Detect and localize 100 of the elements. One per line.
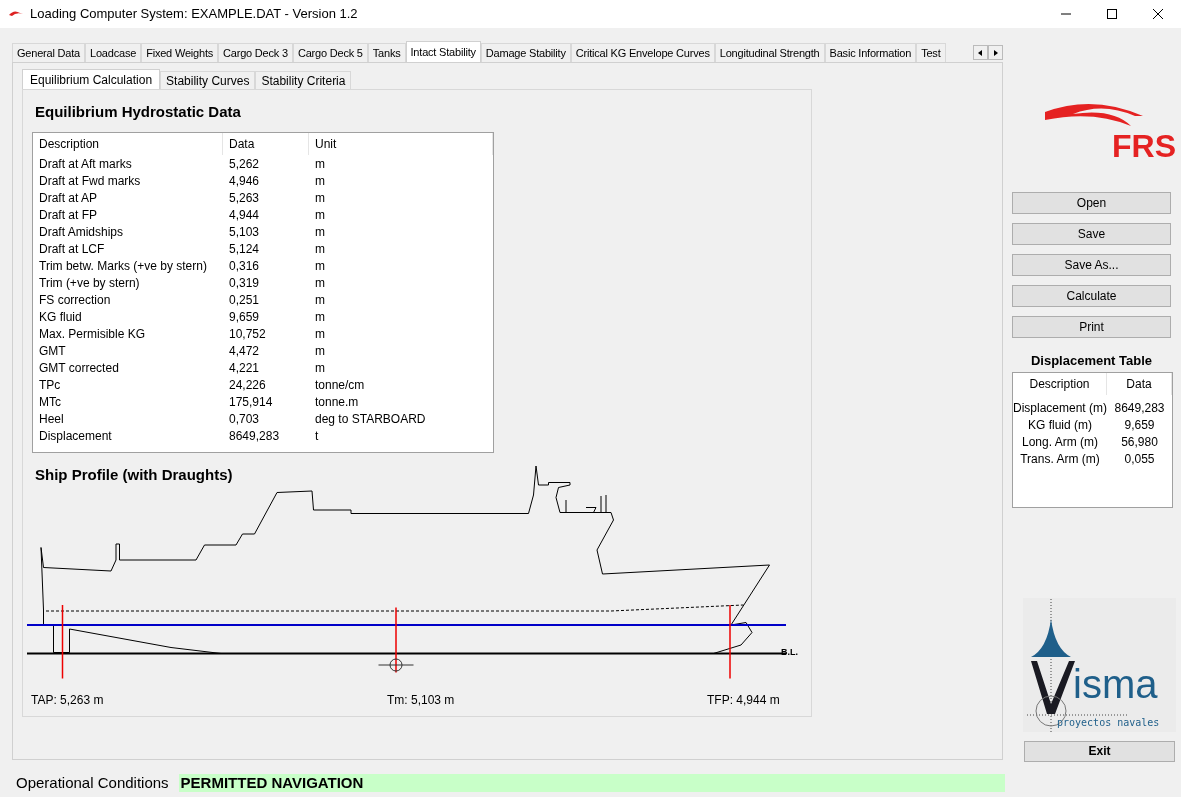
exit-button[interactable]: Exit — [1024, 740, 1175, 762]
table-cell-text: 5,263 — [228, 190, 261, 207]
table-cell-text: deg to STARBOARD — [314, 411, 427, 428]
table-cell-text: 8649,283 — [1113, 399, 1166, 417]
status-label: Operational Conditions — [16, 773, 169, 793]
status-value: PERMITTED NAVIGATION — [178, 774, 1005, 793]
draught-label: TAP: 5,263 m — [31, 692, 104, 709]
maximize-icon — [1107, 9, 1117, 19]
table-cell-text: m — [314, 275, 326, 292]
table-cell-text: m — [314, 190, 326, 207]
column-header[interactable]: Description — [1013, 372, 1107, 395]
table-cell-text: 4,946 — [228, 173, 261, 190]
tab-scroll-right-button[interactable] — [988, 45, 1003, 60]
table-title: Displacement Table — [1029, 352, 1154, 371]
table-cell-text: Max. Permisible KG — [38, 326, 147, 343]
table-cell-text: Draft at Fwd marks — [38, 173, 142, 190]
table-cell-text: Heel — [38, 411, 65, 428]
table-cell-text: FS correction — [38, 292, 112, 309]
table-cell-text: Displacement — [38, 428, 113, 445]
table-cell-text: 56,980 — [1120, 433, 1159, 451]
section-title: Ship Profile (with Draughts) — [35, 465, 233, 485]
tab[interactable]: Cargo Deck 5 — [292, 43, 368, 62]
table-cell-text: TPc — [38, 377, 62, 394]
table-cell-text: 0,703 — [228, 411, 261, 428]
tab[interactable]: Stability Criteria — [255, 71, 352, 89]
table-cell-text: GMT — [38, 343, 67, 360]
action-button[interactable]: Save As... — [1012, 254, 1171, 277]
baseline-label: B.L. — [781, 646, 798, 659]
tab[interactable]: Damage Stability — [480, 43, 571, 62]
column-header[interactable]: Unit — [309, 133, 493, 155]
table-cell-text: m — [314, 173, 326, 190]
table-cell-text: 0,316 — [228, 258, 261, 275]
window-title: Loading Computer System: EXAMPLE.DAT - Version 1.2 — [30, 5, 358, 24]
table-cell-text: 4,944 — [228, 207, 261, 224]
table-cell-text: m — [314, 343, 326, 360]
table-cell-text: Displacement (m) — [1013, 399, 1107, 417]
table-cell-text: tonne/cm — [314, 377, 366, 394]
tab[interactable]: Intact Stability — [405, 41, 481, 62]
table-cell-text: m — [314, 241, 326, 258]
tab[interactable]: General Data — [12, 43, 86, 62]
table-cell-text: 4,221 — [228, 360, 261, 377]
table-cell-text: 9,659 — [1123, 416, 1156, 434]
table-cell-text: Draft at Aft marks — [38, 156, 133, 173]
table-cell-text: Long. Arm (m) — [1021, 433, 1099, 451]
column-header[interactable]: Data — [223, 133, 309, 155]
tab[interactable]: Test — [916, 43, 946, 62]
table-cell-text: m — [314, 326, 326, 343]
table-cell-text: 0,319 — [228, 275, 261, 292]
tab[interactable]: Tanks — [367, 43, 406, 62]
table-cell-text: 5,124 — [228, 241, 261, 258]
table-cell-text: Draft Amidships — [38, 224, 125, 241]
table-cell-text: MTc — [38, 394, 62, 411]
table-cell-text: m — [314, 292, 326, 309]
table-cell-text: 5,262 — [228, 156, 261, 173]
table-cell-text: 10,752 — [228, 326, 267, 343]
table-cell-text: m — [314, 360, 326, 377]
table-cell-text: GMT corrected — [38, 360, 120, 377]
table-cell-text: m — [314, 224, 326, 241]
app-icon — [8, 9, 24, 19]
table-cell-text: Trim (+ve by stern) — [38, 275, 141, 292]
table-cell-text: Draft at FP — [38, 207, 98, 224]
tab[interactable]: Fixed Weights — [141, 43, 219, 62]
logo-text: isma — [1073, 663, 1158, 704]
table-cell-text: Draft at LCF — [38, 241, 106, 258]
column-header[interactable]: Description — [33, 133, 223, 155]
action-button[interactable]: Print — [1012, 316, 1171, 339]
table-cell-text: tonne.m — [314, 394, 360, 411]
right-arrow-icon — [993, 49, 998, 56]
table-cell-text: 8649,283 — [228, 428, 281, 445]
table-cell-text: 9,659 — [228, 309, 261, 326]
table-cell-text: 0,251 — [228, 292, 261, 309]
action-button[interactable]: Save — [1012, 223, 1171, 246]
midship-symbol-icon — [378, 658, 414, 672]
table-cell-text: Trim betw. Marks (+ve by stern) — [38, 258, 208, 275]
table-cell-text: KG fluid — [38, 309, 83, 326]
table-cell-text: KG fluid (m) — [1027, 416, 1093, 434]
tab[interactable]: Loadcase — [85, 43, 142, 62]
section-title: Equilibrium Hydrostatic Data — [35, 102, 241, 122]
tab[interactable]: Basic Information — [824, 43, 917, 62]
table-cell-text: t — [314, 428, 320, 445]
table-cell-text: 0,055 — [1123, 450, 1156, 468]
tab[interactable]: Stability Curves — [160, 71, 256, 89]
tab[interactable]: Longitudinal Strength — [714, 43, 825, 62]
action-button[interactable]: Open — [1012, 192, 1171, 215]
table-cell-text: 4,472 — [228, 343, 261, 360]
tab[interactable]: Equilibrium Calculation — [22, 69, 161, 89]
logo-tagline: proyectos navales — [1057, 717, 1160, 728]
action-button[interactable]: Calculate — [1012, 285, 1171, 308]
table-cell-text: Draft at AP — [38, 190, 99, 207]
column-header[interactable]: Data — [1107, 372, 1172, 395]
tab[interactable]: Cargo Deck 3 — [218, 43, 293, 62]
table-cell-text: 175,914 — [228, 394, 274, 411]
logo-text: FRS — [1112, 130, 1176, 163]
tab[interactable]: Critical KG Envelope Curves — [570, 43, 715, 62]
tab-scroll-left-button[interactable] — [973, 45, 988, 60]
table-cell-text: m — [314, 156, 326, 173]
left-arrow-icon — [978, 49, 983, 56]
draught-mark-line — [395, 606, 397, 674]
table-cell-text: m — [314, 309, 326, 326]
close-icon — [1153, 9, 1163, 19]
